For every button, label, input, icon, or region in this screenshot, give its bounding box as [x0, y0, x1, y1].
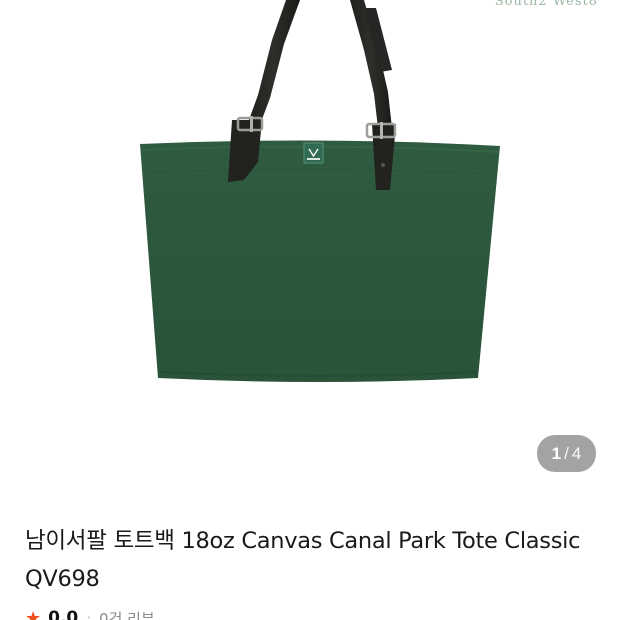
product-title: 남이서팔 토트백 18oz Canvas Canal Park Tote Cla… — [25, 528, 581, 592]
counter-separator: / — [564, 443, 569, 463]
product-detail-page: South2 West8 1 / 4 남이서팔 토트백 18oz Canvas … — [0, 0, 620, 620]
review-count-link[interactable]: 0건 리뷰 — [99, 608, 155, 620]
product-image[interactable] — [0, 0, 620, 495]
bag-body — [140, 140, 500, 382]
rating-row[interactable]: ★ 0.0 · 0건 리뷰 — [25, 606, 155, 620]
image-counter: 1 / 4 — [537, 435, 596, 472]
star-icon: ★ — [25, 607, 42, 620]
rating-score: 0.0 — [48, 608, 79, 620]
separator-dot: · — [86, 609, 92, 620]
product-image-gallery[interactable]: South2 West8 1 / 4 — [0, 0, 620, 495]
counter-total: 4 — [571, 443, 582, 463]
left-strap — [246, 0, 300, 130]
counter-current: 1 — [551, 443, 562, 463]
